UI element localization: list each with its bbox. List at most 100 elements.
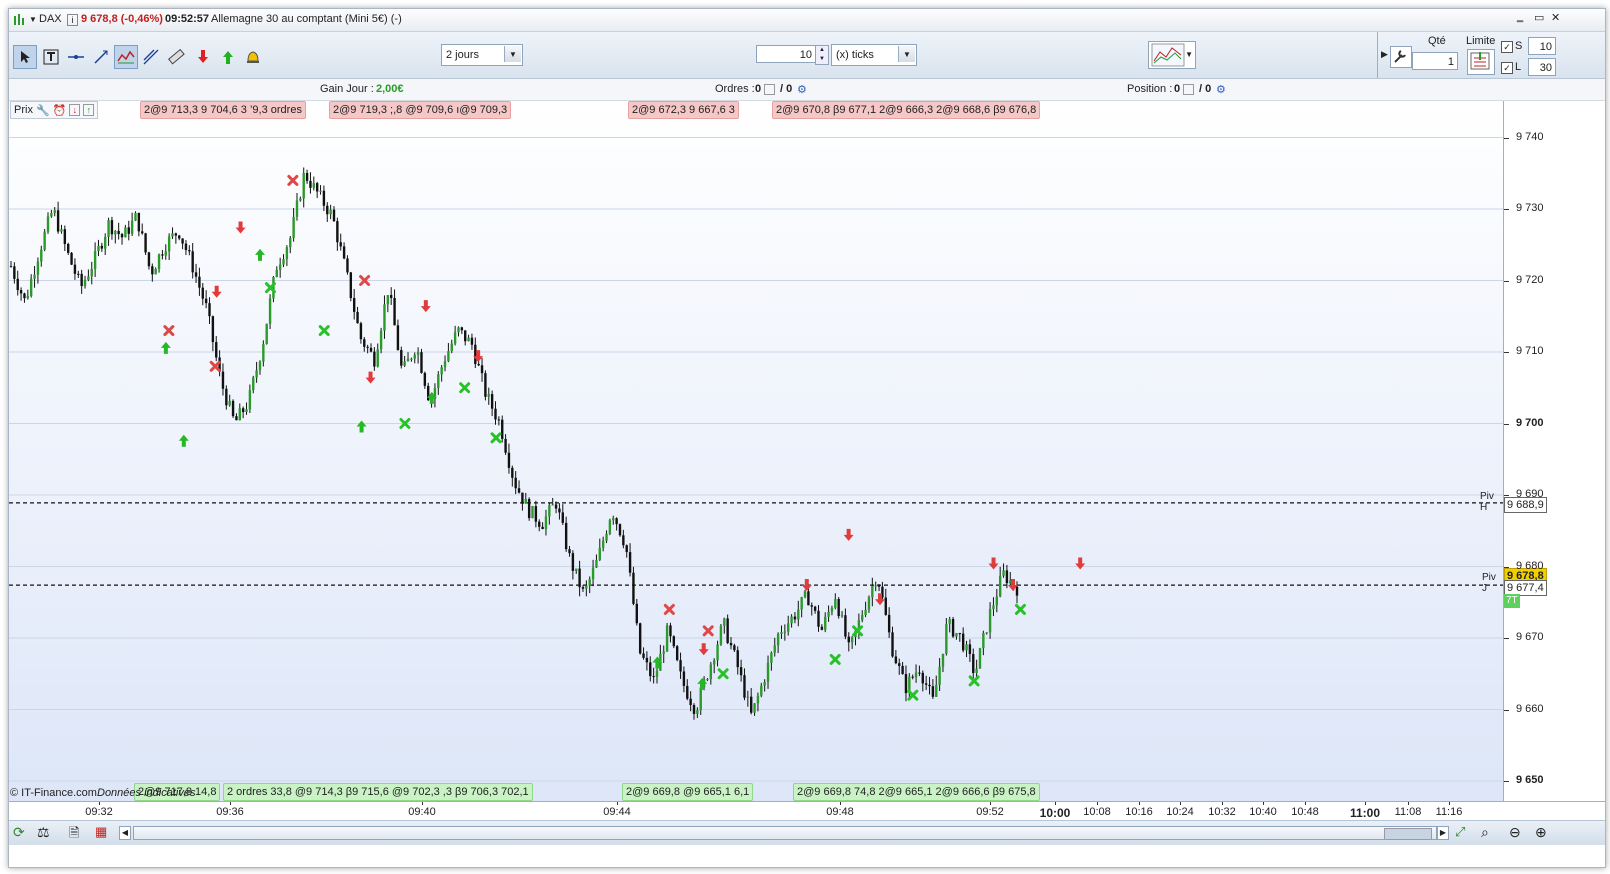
- buy-order-icon[interactable]: ↑: [83, 104, 95, 116]
- period-select[interactable]: 2 jours ▼: [441, 44, 523, 66]
- layout-icon[interactable]: ▦: [95, 824, 107, 840]
- buy-signal-arrow[interactable]: [178, 434, 189, 447]
- cursor-tool-button[interactable]: [13, 45, 37, 69]
- trendline-tool-button[interactable]: [89, 45, 113, 69]
- buy-signal-arrow[interactable]: [254, 248, 265, 261]
- sell-signal-arrow[interactable]: [420, 300, 431, 313]
- order-tag-bottom[interactable]: 2 ordres 33,8 @9 714,3 β9 715,6 @9 702,3…: [223, 783, 533, 801]
- alarm-bell-icon[interactable]: ⏰: [53, 104, 67, 117]
- exit-mark-red[interactable]: [663, 603, 675, 615]
- exit-mark-red[interactable]: [287, 174, 299, 186]
- buy-signal-arrow[interactable]: [697, 677, 708, 690]
- symbol-dropdown-icon[interactable]: ▼: [29, 15, 37, 24]
- scrollbar-thumb[interactable]: [1384, 828, 1432, 840]
- order-tag-top[interactable]: 2@9 670,8 β9 677,1 2@9 666,3 2@9 668,6 β…: [772, 101, 1041, 119]
- zoom-fit-icon[interactable]: ⌕: [1481, 824, 1489, 841]
- horizontal-scrollbar[interactable]: [133, 826, 1437, 840]
- order-tag-top[interactable]: 2@9 719,3 ;,8 @9 709,6 ı@9 709,3: [329, 101, 512, 119]
- s-checkbox[interactable]: ✓: [1501, 41, 1513, 53]
- minimize-icon[interactable]: ‗: [1517, 11, 1523, 23]
- chevron-down-icon[interactable]: ▼: [898, 46, 915, 62]
- exit-mark-green[interactable]: [907, 689, 919, 701]
- symbol-label[interactable]: DAX: [39, 13, 62, 25]
- limit-order-button[interactable]: [1467, 49, 1495, 75]
- price-chart[interactable]: Prix 🔧 ⏰ ↓ ↑ 2@9 713,3 9 704,6 3 ’9,3 or…: [9, 101, 1504, 801]
- sell-signal-arrow[interactable]: [843, 528, 854, 541]
- l-input[interactable]: 30: [1528, 58, 1556, 76]
- scroll-left-icon[interactable]: ◀: [119, 826, 131, 840]
- exit-mark-red[interactable]: [163, 325, 175, 337]
- info-icon[interactable]: i: [67, 14, 78, 26]
- exit-mark-green[interactable]: [490, 432, 502, 444]
- order-tag-top[interactable]: 2@9 713,3 9 704,6 3 ’9,3 ordres: [140, 101, 306, 119]
- horizontal-line-tool-button[interactable]: [64, 45, 88, 69]
- sell-signal-arrow[interactable]: [211, 285, 222, 298]
- prix-label[interactable]: Prix: [14, 104, 33, 116]
- s-input[interactable]: 10: [1528, 37, 1556, 55]
- sell-signal-arrow[interactable]: [698, 643, 709, 656]
- candle-body: [887, 614, 891, 633]
- auto-scale-icon[interactable]: ⤢: [1455, 824, 1465, 840]
- candle-body: [66, 243, 70, 253]
- candle-body: [612, 518, 615, 521]
- ticks-spinner[interactable]: ▲ ▼: [815, 45, 829, 65]
- sell-signal-arrow[interactable]: [235, 221, 246, 234]
- ordres-settings-icon[interactable]: ⚙: [797, 83, 807, 96]
- chevron-down-icon[interactable]: ▼: [504, 46, 521, 62]
- exit-mark-green[interactable]: [717, 668, 729, 680]
- text-tool-button[interactable]: [39, 45, 63, 69]
- candle-body: [750, 696, 753, 713]
- chart-type-button[interactable]: ▼: [1148, 41, 1196, 69]
- exit-mark-green[interactable]: [829, 653, 841, 665]
- alert-button[interactable]: [241, 45, 265, 69]
- buy-arrow-button[interactable]: [216, 45, 240, 69]
- l-checkbox[interactable]: ✓: [1501, 62, 1513, 74]
- sell-signal-arrow[interactable]: [1075, 557, 1086, 570]
- sell-signal-arrow[interactable]: [988, 557, 999, 570]
- indicators-icon[interactable]: ⚖: [37, 824, 50, 841]
- position-list-icon[interactable]: [1183, 84, 1194, 95]
- exit-mark-green[interactable]: [1014, 603, 1026, 615]
- candle-body: [820, 626, 824, 630]
- buy-signal-arrow[interactable]: [356, 420, 367, 433]
- exit-mark-green[interactable]: [459, 382, 471, 394]
- order-tag-bottom[interactable]: 2@9 669,8 74,8 2@9 665,1 2@9 666,6 β9 67…: [793, 783, 1040, 801]
- scroll-right-icon[interactable]: ▶: [1437, 826, 1449, 840]
- exit-mark-green[interactable]: [968, 675, 980, 687]
- chevron-down-icon[interactable]: ▼: [1185, 50, 1193, 59]
- ticks-unit-select[interactable]: (x) ticks ▼: [831, 44, 917, 66]
- order-tag-bottom[interactable]: 2@9 669,8 @9 665,1 6,1: [622, 783, 754, 801]
- zoom-out-icon[interactable]: ⊖: [1509, 824, 1521, 841]
- indicator-tool-button[interactable]: [114, 45, 138, 69]
- exit-mark-red[interactable]: [702, 625, 714, 637]
- price-axis[interactable]: 9 688,9 9 678,8 9 677,4 7T 9 740 9 730 9 7…: [1504, 101, 1605, 801]
- sell-signal-arrow[interactable]: [801, 578, 812, 591]
- chart-canvas[interactable]: [9, 101, 1503, 801]
- candle-body: [507, 452, 511, 468]
- sell-order-icon[interactable]: ↓: [69, 104, 81, 116]
- ordres-sep: / 0: [780, 83, 793, 95]
- zoom-in-icon[interactable]: ⊕: [1535, 824, 1547, 841]
- position-settings-icon[interactable]: ⚙: [1216, 83, 1226, 96]
- price-tick-label: 9 660: [1516, 702, 1544, 715]
- close-icon[interactable]: ✕: [1551, 11, 1560, 24]
- sell-signal-arrow[interactable]: [365, 371, 376, 384]
- exit-mark-red[interactable]: [209, 360, 221, 372]
- time-tick-mark: [1408, 802, 1409, 805]
- sell-arrow-button[interactable]: [191, 45, 215, 69]
- ruler-tool-button[interactable]: [164, 45, 188, 69]
- wrench-icon[interactable]: 🔧: [36, 104, 50, 117]
- ticks-input[interactable]: 10: [756, 45, 816, 63]
- time-axis[interactable]: 09:32 09:36 09:40 09:44 09:48 09:52 10:00 10:08…: [9, 801, 1605, 820]
- refresh-chart-icon[interactable]: ⟳: [13, 824, 25, 841]
- exit-mark-green[interactable]: [318, 325, 330, 337]
- document-icon[interactable]: 🗎: [69, 824, 79, 846]
- ordres-list-icon[interactable]: [764, 84, 775, 95]
- restore-icon[interactable]: ▭: [1534, 11, 1544, 24]
- wrench-button[interactable]: [1390, 46, 1412, 68]
- price-tick-mark: [1504, 352, 1509, 353]
- channel-tool-button[interactable]: [139, 45, 163, 69]
- expand-arrow-icon[interactable]: ▶: [1381, 49, 1388, 60]
- order-tag-top[interactable]: 2@9 672,3 9 667,6 3: [628, 101, 739, 119]
- qty-input[interactable]: 1: [1412, 52, 1458, 70]
